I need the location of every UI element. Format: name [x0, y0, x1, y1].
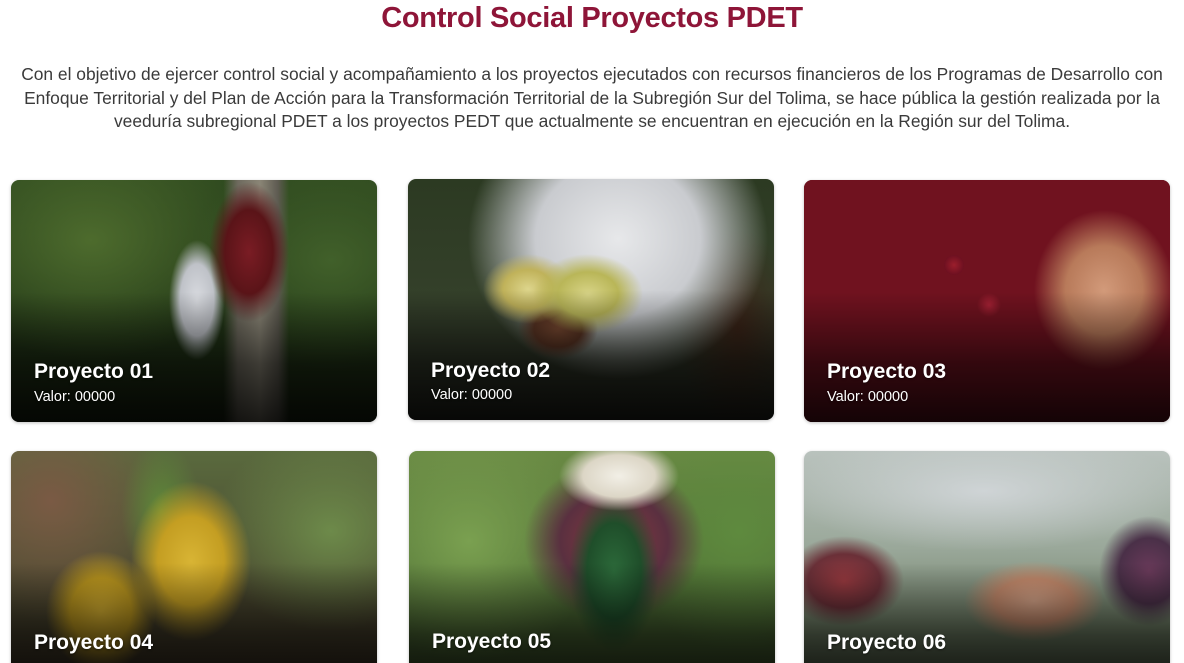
project-title: Proyecto 02: [431, 359, 551, 382]
project-card-05[interactable]: Proyecto 05: [409, 451, 775, 663]
project-value: Valor: 00000: [827, 389, 909, 405]
project-value: Valor: 00000: [431, 387, 513, 403]
project-card-06[interactable]: Proyecto 06: [804, 451, 1170, 663]
project-card-02[interactable]: Proyecto 02 Valor: 00000: [408, 179, 774, 420]
project-card-04[interactable]: Proyecto 04: [11, 451, 377, 663]
project-value: Valor: 00000: [34, 389, 116, 405]
project-title: Proyecto 06: [827, 631, 947, 654]
project-grid: Proyecto 01 Valor: 00000 Proyecto 02 Val…: [0, 0, 1184, 663]
project-title: Proyecto 04: [34, 631, 154, 654]
page: Control Social Proyectos PDET Con el obj…: [0, 0, 1184, 663]
project-card-01[interactable]: Proyecto 01 Valor: 00000: [11, 180, 377, 422]
project-title: Proyecto 01: [34, 360, 154, 383]
project-title: Proyecto 03: [827, 360, 947, 383]
project-card-03[interactable]: Proyecto 03 Valor: 00000: [804, 180, 1170, 422]
project-title: Proyecto 05: [432, 630, 552, 653]
